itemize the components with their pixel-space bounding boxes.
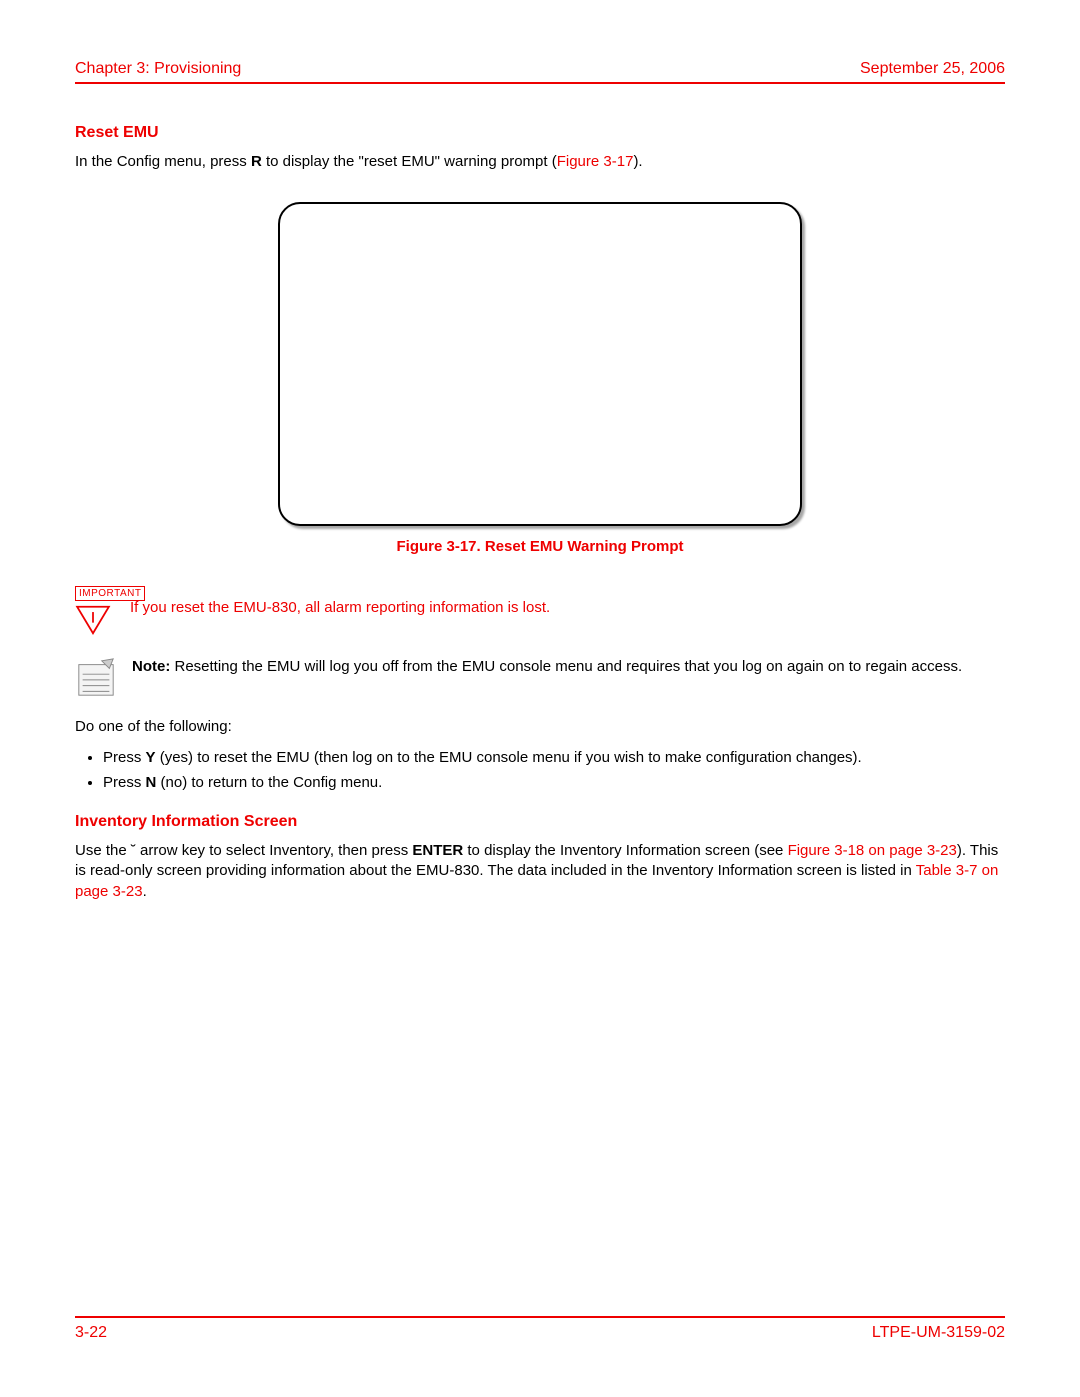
- key-y: Y: [146, 749, 156, 766]
- important-icon-column: IMPORTANT: [75, 583, 130, 639]
- key-enter: ENTER: [412, 842, 463, 859]
- text: (yes) to reset the EMU (then log on to t…: [156, 749, 862, 766]
- text: to display the Inventory Information scr…: [463, 842, 787, 859]
- section-heading-reset-emu: Reset EMU: [75, 124, 1005, 142]
- list-item: Press Y (yes) to reset the EMU (then log…: [103, 748, 1005, 768]
- page-header: Chapter 3: Provisioning September 25, 20…: [75, 60, 1005, 84]
- text: to display the "reset EMU" warning promp…: [262, 153, 557, 170]
- key-r: R: [251, 153, 262, 170]
- text: Use the ˘ arrow key to select Inventory,…: [75, 842, 412, 859]
- inventory-paragraph: Use the ˘ arrow key to select Inventory,…: [75, 841, 1005, 902]
- text: ).: [633, 153, 642, 170]
- note-icon: [75, 657, 117, 699]
- note-text: Note: Resetting the EMU will log you off…: [132, 657, 1005, 677]
- note-label: Note:: [132, 658, 170, 675]
- warning-triangle-icon: [75, 605, 111, 635]
- figure-container: [75, 202, 1005, 526]
- page-footer: 3-22 LTPE-UM-3159-02: [75, 1316, 1005, 1342]
- figure-link[interactable]: Figure 3-18 on page 3-23: [788, 842, 957, 859]
- figure-link[interactable]: Figure 3-17: [557, 153, 634, 170]
- instructions-lead: Do one of the following:: [75, 717, 1005, 737]
- text: In the Config menu, press: [75, 153, 251, 170]
- text: Press: [103, 749, 146, 766]
- text: Press: [103, 774, 146, 791]
- key-n: N: [146, 774, 157, 791]
- important-text: If you reset the EMU-830, all alarm repo…: [130, 583, 550, 616]
- list-item: Press N (no) to return to the Config men…: [103, 773, 1005, 793]
- document-page: Chapter 3: Provisioning September 25, 20…: [0, 0, 1080, 1397]
- instructions-list: Press Y (yes) to reset the EMU (then log…: [75, 748, 1005, 794]
- chapter-title: Chapter 3: Provisioning: [75, 60, 241, 78]
- figure-caption: Figure 3-17. Reset EMU Warning Prompt: [75, 538, 1005, 555]
- intro-paragraph: In the Config menu, press R to display t…: [75, 152, 1005, 172]
- note-body: Resetting the EMU will log you off from …: [170, 658, 962, 675]
- section-heading-inventory: Inventory Information Screen: [75, 813, 1005, 831]
- important-block: IMPORTANT If you reset the EMU-830, all …: [75, 583, 1005, 639]
- note-block: Note: Resetting the EMU will log you off…: [75, 657, 1005, 699]
- text: (no) to return to the Config menu.: [156, 774, 382, 791]
- header-date: September 25, 2006: [860, 60, 1005, 78]
- page-number: 3-22: [75, 1324, 107, 1342]
- text: .: [143, 883, 147, 900]
- document-id: LTPE-UM-3159-02: [872, 1324, 1005, 1342]
- figure-placeholder: [278, 202, 802, 526]
